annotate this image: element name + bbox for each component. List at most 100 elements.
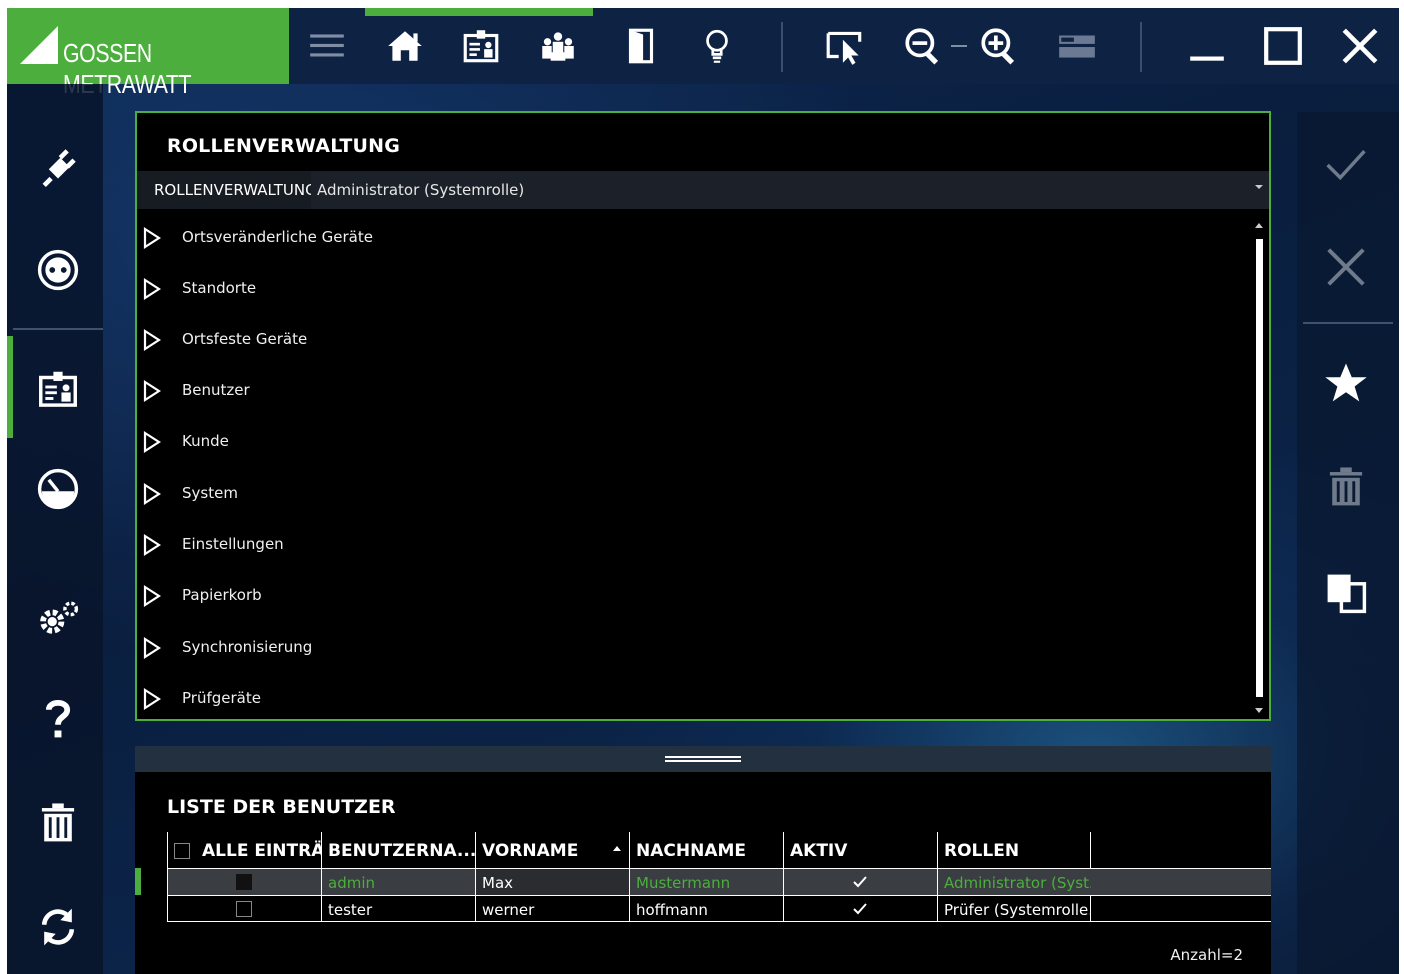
tree-item-label: Ortsfeste Geräte [182, 330, 308, 348]
tree-item[interactable]: Einstellungen [137, 524, 1237, 564]
expand-arrow-icon[interactable] [143, 534, 161, 556]
scrollbar-thumb[interactable] [1256, 239, 1263, 697]
scroll-down-icon[interactable] [1255, 708, 1263, 713]
row-select-cell[interactable] [167, 869, 321, 895]
menu-icon[interactable] [303, 22, 351, 70]
sync-icon[interactable] [31, 900, 85, 954]
cell-lastname: Mustermann [629, 869, 783, 895]
column-header-firstname[interactable]: VORNAME [475, 832, 629, 868]
id-badge-icon[interactable] [457, 22, 505, 70]
row-count: Anzahl=2 [1170, 946, 1243, 964]
tree-item[interactable]: Benutzer [137, 370, 1237, 410]
tree-item-label: Benutzer [182, 381, 250, 399]
tree-item[interactable]: Ortsveränderliche Geräte [137, 217, 1237, 257]
cell-firstname: Max [475, 869, 629, 895]
panel-layout-icon[interactable] [1053, 22, 1101, 70]
sidebar-divider [1303, 322, 1393, 324]
expand-arrow-icon[interactable] [143, 688, 161, 710]
lightbulb-icon[interactable] [693, 22, 741, 70]
plug-icon[interactable] [31, 140, 85, 194]
zoom-out-icon[interactable] [899, 22, 947, 70]
toolbar-separator [1140, 22, 1142, 72]
gauge-icon[interactable] [31, 462, 85, 516]
help-icon[interactable] [31, 692, 85, 746]
tree-scrollbar[interactable] [1252, 217, 1266, 717]
tree-item-label: Papierkorb [182, 586, 262, 604]
expand-arrow-icon[interactable] [143, 278, 161, 300]
tree-item-label: Synchronisierung [182, 638, 313, 656]
expand-arrow-icon[interactable] [143, 637, 161, 659]
socket-icon[interactable] [31, 243, 85, 297]
user-list-panel: LISTE DER BENUTZER ALLE EINTRÄ( BENUTZER… [135, 772, 1271, 974]
expand-arrow-icon[interactable] [143, 483, 161, 505]
tree-item-label: Ortsveränderliche Geräte [182, 228, 373, 246]
trash-icon[interactable] [31, 796, 85, 850]
table-header: ALLE EINTRÄ( BENUTZERNA... VORNAME NACHN… [167, 832, 1271, 868]
id-badge-icon[interactable] [31, 362, 85, 416]
checkmark-icon [853, 903, 867, 915]
home-icon[interactable] [381, 22, 429, 70]
group-icon[interactable] [534, 22, 582, 70]
column-header-roles[interactable]: ROLLEN [937, 832, 1091, 868]
tree-item[interactable]: Synchronisierung [137, 627, 1237, 667]
select-all-checkbox[interactable] [174, 843, 190, 859]
expand-arrow-icon[interactable] [143, 380, 161, 402]
row-checkbox[interactable] [236, 901, 252, 917]
logo-triangle [20, 26, 58, 64]
top-toolbar: GOSSEN METRAWATT [7, 8, 1399, 99]
splitter-grip-icon[interactable] [665, 756, 741, 762]
select-cursor-icon[interactable] [821, 22, 869, 70]
column-header-lastname[interactable]: NACHNAME [629, 832, 783, 868]
expand-arrow-icon[interactable] [143, 431, 161, 453]
tree-item[interactable]: Kunde [137, 421, 1237, 461]
zoom-in-icon[interactable] [975, 22, 1023, 70]
right-sidebar [1297, 112, 1399, 974]
tree-item[interactable]: Ortsfeste Geräte [137, 319, 1237, 359]
tree-item-label: Kunde [182, 432, 229, 450]
zoom-divider [951, 45, 967, 47]
role-dropdown-value: Administrator (Systemrolle) [317, 181, 525, 199]
minimize-icon[interactable] [1183, 22, 1231, 70]
maximize-icon[interactable] [1259, 22, 1307, 70]
cell-roles: Prüfer (Systemrolle... [937, 896, 1091, 922]
active-tab-indicator [365, 8, 593, 16]
expand-arrow-icon[interactable] [143, 585, 161, 607]
copy-icon[interactable] [1319, 566, 1373, 620]
scroll-up-icon[interactable] [1255, 223, 1263, 228]
toolbar-separator [781, 22, 783, 72]
row-select-cell[interactable] [167, 896, 321, 922]
panel-title: LISTE DER BENUTZER [167, 796, 396, 818]
column-header-label: ALLE EINTRÄ( [202, 841, 321, 861]
role-select-row: ROLLENVERWALTUNG Administrator (Systemro… [137, 171, 1269, 209]
panel-splitter[interactable] [135, 746, 1271, 772]
column-header-select-all[interactable]: ALLE EINTRÄ( [167, 832, 321, 868]
table-row[interactable]: admin Max Mustermann Administrator (Syst… [167, 868, 1271, 895]
settings-gears-icon[interactable] [31, 590, 85, 644]
row-checkbox[interactable] [236, 874, 252, 890]
checkmark-icon [853, 876, 867, 888]
expand-arrow-icon[interactable] [143, 329, 161, 351]
cell-active [783, 896, 937, 922]
cancel-x-icon[interactable] [1319, 240, 1373, 294]
tree-item[interactable]: Papierkorb [137, 575, 1237, 615]
tree-item[interactable]: Standorte [137, 268, 1237, 308]
tree-item[interactable]: Prüfgeräte [137, 678, 1237, 718]
column-header-label: VORNAME [482, 841, 579, 861]
column-header-username[interactable]: BENUTZERNA... [321, 832, 475, 868]
favorite-star-icon[interactable] [1319, 356, 1373, 410]
role-dropdown[interactable]: Administrator (Systemrolle) [311, 171, 1269, 209]
sidebar-divider [13, 328, 103, 330]
expand-arrow-icon[interactable] [143, 227, 161, 249]
tree-item-label: Standorte [182, 279, 257, 297]
confirm-check-icon[interactable] [1319, 138, 1373, 192]
door-icon[interactable] [617, 22, 665, 70]
cell-active [783, 869, 937, 895]
table-row[interactable]: tester werner hoffmann Prüfer (Systemrol… [167, 895, 1271, 922]
column-header-active[interactable]: AKTIV [783, 832, 937, 868]
tree-item-label: Einstellungen [182, 535, 284, 553]
close-icon[interactable] [1336, 22, 1384, 70]
delete-trash-icon[interactable] [1319, 460, 1373, 514]
tree-item[interactable]: System [137, 473, 1237, 513]
active-item-indicator [7, 336, 13, 438]
cell-roles: Administrator (Syst... [937, 869, 1091, 895]
